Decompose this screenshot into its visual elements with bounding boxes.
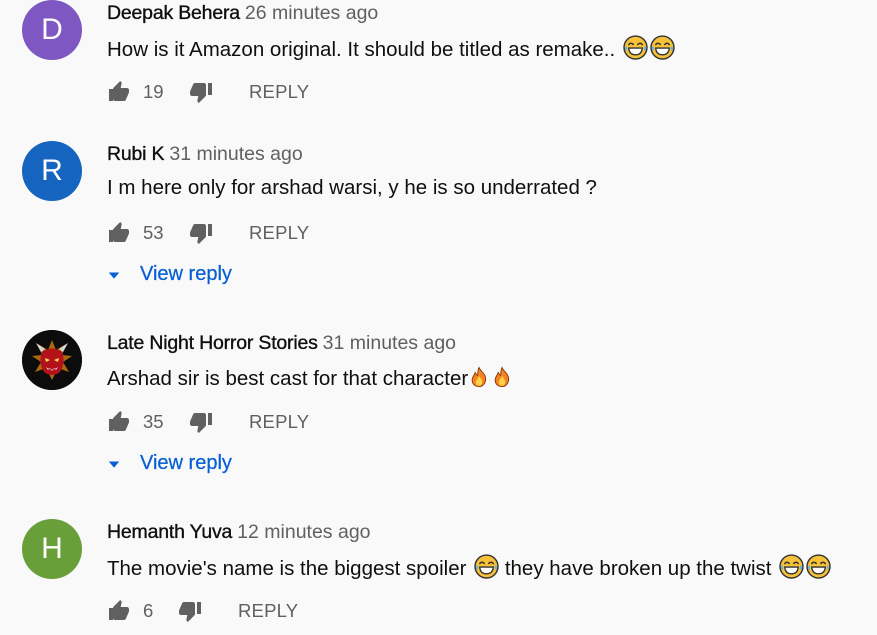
dislike-icon[interactable]	[189, 221, 213, 245]
avatar-letter: R	[41, 154, 63, 187]
caret-down-icon	[107, 269, 121, 283]
view-replies-label: View reply	[140, 452, 232, 474]
author-name[interactable]: Late Night Horror Stories	[107, 332, 318, 354]
laughing-face-emoji	[623, 35, 648, 60]
reply-button[interactable]: REPLY	[249, 81, 309, 103]
like-icon[interactable]	[107, 410, 131, 434]
comment-text-body: I m here only for arshad warsi, y he is …	[107, 176, 597, 199]
avatar[interactable]: R	[22, 141, 82, 201]
comment-text: Arshad sir is best cast for that charact…	[107, 365, 513, 391]
comment-text-body: Arshad sir is best cast for that charact…	[107, 367, 469, 390]
dislike-icon[interactable]	[178, 599, 202, 623]
comment-header: Late Night Horror Stories 31 minutes ago	[107, 332, 456, 355]
author-name[interactable]: Rubi K	[107, 143, 165, 165]
fire-emoji	[468, 365, 490, 389]
like-count: 6	[143, 600, 154, 621]
comment-time[interactable]: 12 minutes ago	[237, 521, 370, 543]
laughing-face-emoji	[474, 554, 499, 579]
laughing-face-emoji	[650, 35, 675, 60]
comment-time[interactable]: 31 minutes ago	[169, 143, 302, 165]
dislike-icon[interactable]	[189, 80, 213, 104]
like-icon[interactable]	[107, 221, 131, 245]
comment-time[interactable]: 31 minutes ago	[323, 332, 456, 354]
avatar[interactable]: H	[22, 519, 82, 579]
avatar[interactable]: D	[22, 0, 82, 60]
comment-text-part1: The movie's name is the biggest spoiler	[107, 557, 467, 580]
like-icon[interactable]	[107, 599, 131, 623]
like-count: 35	[143, 411, 164, 432]
fire-emoji	[491, 365, 513, 389]
author-name[interactable]: Hemanth Yuva	[107, 521, 233, 543]
comment-text: The movie's name is the biggest spoiler …	[107, 554, 831, 581]
comment-text: How is it Amazon original. It should be …	[107, 35, 675, 62]
comment-header: Hemanth Yuva 12 minutes ago	[107, 521, 371, 544]
devil-mask-icon	[22, 330, 82, 390]
comment-text: I m here only for arshad warsi, y he is …	[107, 176, 597, 200]
reply-button[interactable]: REPLY	[249, 222, 309, 244]
author-name[interactable]: Deepak Behera	[107, 2, 240, 24]
laughing-face-emoji	[779, 554, 804, 579]
comment-header: Deepak Behera 26 minutes ago	[107, 2, 378, 25]
avatar-letter: H	[41, 532, 63, 565]
like-count: 53	[143, 222, 164, 243]
avatar-letter: D	[41, 13, 63, 46]
reply-button[interactable]: REPLY	[238, 600, 298, 622]
caret-down-icon	[107, 458, 121, 472]
comment-time[interactable]: 26 minutes ago	[245, 2, 378, 24]
laughing-face-emoji	[806, 554, 831, 579]
view-replies-label: View reply	[140, 263, 232, 285]
like-count: 19	[143, 81, 164, 102]
like-icon[interactable]	[107, 80, 131, 104]
reply-button[interactable]: REPLY	[249, 411, 309, 433]
dislike-icon[interactable]	[189, 410, 213, 434]
comment-header: Rubi K 31 minutes ago	[107, 143, 303, 166]
avatar[interactable]	[22, 330, 82, 390]
comment-text-part2: they have broken up the twist	[504, 557, 772, 580]
comment-text-body: How is it Amazon original. It should be …	[107, 38, 616, 61]
